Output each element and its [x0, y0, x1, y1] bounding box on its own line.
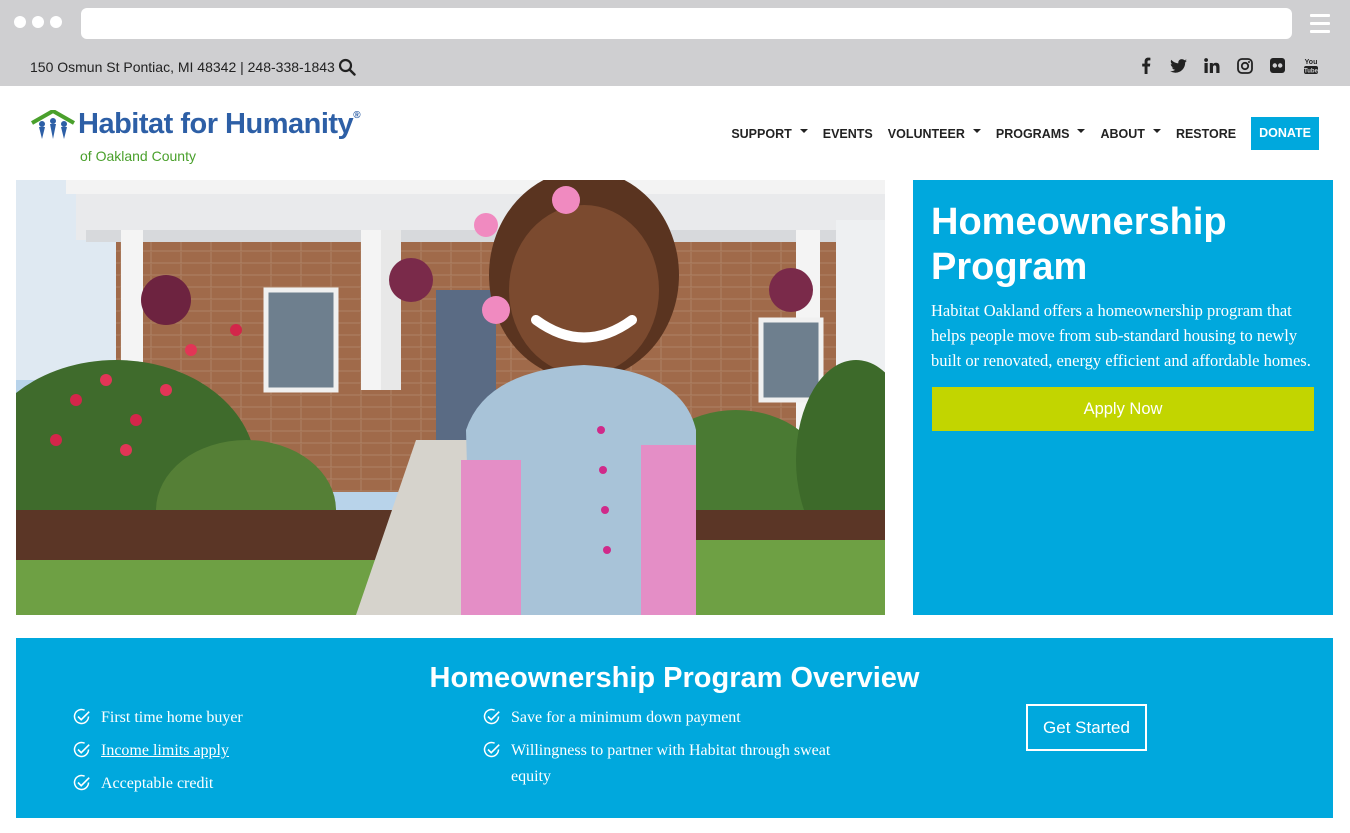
program-description: Habitat Oakland offers a homeownership p… — [931, 301, 1311, 370]
list-item: Willingness to partner with Habitat thro… — [483, 738, 863, 790]
chevron-down-icon — [972, 128, 981, 133]
list-item: Income limits apply — [73, 738, 243, 764]
window-controls[interactable] — [14, 16, 62, 28]
list-item: Acceptable credit — [73, 771, 243, 797]
contact-info: 150 Osmun St Pontiac, MI 48342 | 248-338… — [30, 59, 335, 75]
browser-chrome — [0, 0, 1350, 47]
linkedin-icon[interactable] — [1202, 56, 1221, 75]
list-item: Save for a minimum down payment — [483, 705, 863, 731]
chevron-down-icon — [799, 128, 808, 133]
site-header: Habitat for Humanity® of Oakland County … — [0, 86, 1350, 180]
main-nav: SUPPORT EVENTS VOLUNTEER PROGRAMS ABOUT … — [716, 117, 1319, 150]
list-item: First time home buyer — [73, 705, 243, 731]
maximize-dot[interactable] — [50, 16, 62, 28]
overview-list-left: First time home buyer Income limits appl… — [73, 705, 243, 804]
close-dot[interactable] — [14, 16, 26, 28]
youtube-icon[interactable]: You Tube — [1301, 56, 1320, 75]
address-bar[interactable] — [81, 8, 1292, 39]
minimize-dot[interactable] — [32, 16, 44, 28]
utility-bar: 150 Osmun St Pontiac, MI 48342 | 248-338… — [0, 47, 1350, 87]
logo-text: Habitat for Humanity® — [78, 108, 361, 140]
program-title: Homeownership Program — [931, 201, 1227, 288]
nav-support[interactable]: SUPPORT — [731, 127, 808, 141]
donate-button[interactable]: DONATE — [1251, 117, 1319, 150]
flickr-icon[interactable] — [1268, 56, 1287, 75]
twitter-icon[interactable] — [1169, 56, 1188, 75]
svg-text:You: You — [1304, 59, 1317, 66]
income-limits-link[interactable]: Income limits apply — [101, 738, 229, 764]
habitat-logo-icon — [31, 110, 75, 139]
social-links: You Tube — [1136, 56, 1320, 75]
svg-text:Tube: Tube — [1304, 68, 1319, 74]
check-circle-icon — [483, 708, 500, 725]
program-panel: Homeownership Program Habitat Oakland of… — [913, 180, 1333, 615]
instagram-icon[interactable] — [1235, 56, 1254, 75]
logo-subtitle: of Oakland County — [80, 148, 196, 164]
site-logo[interactable]: Habitat for Humanity® of Oakland County — [30, 108, 370, 168]
nav-about[interactable]: ABOUT — [1100, 127, 1161, 141]
nav-events[interactable]: EVENTS — [823, 127, 873, 141]
nav-restore[interactable]: RESTORE — [1176, 127, 1236, 141]
program-overview: Homeownership Program Overview First tim… — [16, 638, 1333, 818]
menu-icon[interactable] — [1310, 14, 1330, 38]
nav-volunteer[interactable]: VOLUNTEER — [888, 127, 981, 141]
check-circle-icon — [73, 741, 90, 758]
get-started-button[interactable]: Get Started — [1026, 704, 1147, 751]
check-circle-icon — [483, 741, 500, 758]
overview-list-right: Save for a minimum down payment Willingn… — [483, 705, 863, 797]
search-icon[interactable] — [338, 58, 356, 76]
hero-image — [16, 180, 885, 615]
chevron-down-icon — [1152, 128, 1161, 133]
nav-programs[interactable]: PROGRAMS — [996, 127, 1086, 141]
facebook-icon[interactable] — [1136, 56, 1155, 75]
check-circle-icon — [73, 708, 90, 725]
apply-now-button[interactable]: Apply Now — [932, 387, 1314, 431]
chevron-down-icon — [1077, 128, 1086, 133]
check-circle-icon — [73, 774, 90, 791]
overview-title: Homeownership Program Overview — [429, 662, 920, 694]
